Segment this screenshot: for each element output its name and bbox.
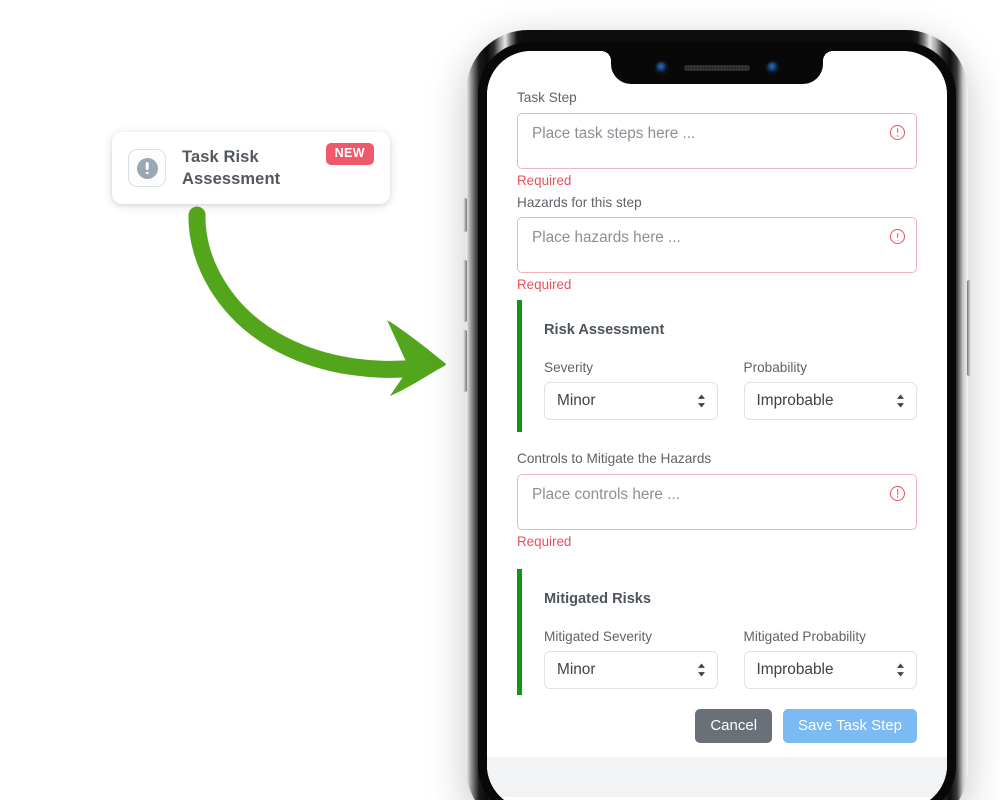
chevron-updown-icon (697, 663, 705, 677)
severity-label: Severity (544, 360, 594, 376)
task-step-label: Task Step (517, 90, 577, 105)
speaker-grille-icon (684, 64, 750, 71)
hazards-input[interactable]: Place hazards here ... (517, 217, 917, 274)
footer-strip (487, 757, 947, 797)
risk-assessment-section: Risk Assessment Severity Minor Probabili… (517, 300, 917, 433)
severity-select[interactable]: Minor (544, 382, 718, 421)
mitigated-severity-group: Mitigated Severity Minor (544, 629, 718, 690)
severity-group: Severity Minor (544, 360, 718, 421)
mitigated-probability-value: Improbable (756, 661, 834, 679)
phone-notch (611, 51, 833, 84)
task-step-placeholder: Place task steps here ... (532, 124, 696, 142)
controls-label: Controls to Mitigate the Hazards (517, 451, 712, 467)
power-button[interactable] (967, 280, 971, 376)
warning-circle-icon (890, 486, 905, 502)
controls-error: Required (517, 534, 572, 550)
silent-switch[interactable] (463, 198, 467, 232)
severity-value: Minor (557, 392, 596, 410)
probability-label: Probability (743, 360, 807, 376)
feature-card[interactable]: Task Risk Assessment NEW (112, 132, 390, 204)
chevron-updown-icon (697, 394, 705, 408)
hazards-error: Required (517, 277, 572, 293)
feature-card-title: Task Risk Assessment (182, 147, 281, 188)
mitigated-risks-section: Mitigated Risks Mitigated Severity Minor (517, 569, 917, 696)
chevron-updown-icon (897, 394, 904, 408)
volume-down-button[interactable] (463, 330, 467, 392)
curved-arrow-icon (188, 206, 446, 396)
warning-circle-icon (890, 124, 905, 140)
form-footer: Cancel Save Task Step (487, 695, 947, 744)
volume-up-button[interactable] (463, 260, 467, 322)
chevron-updown-icon (897, 663, 904, 677)
task-step-input[interactable]: Place task steps here ... (517, 112, 917, 169)
mitigated-risks-title: Mitigated Risks (544, 591, 652, 608)
probability-select[interactable]: Improbable (743, 382, 917, 421)
form-body: Task Step Place task steps here ... Requ… (487, 51, 947, 696)
hazards-label: Hazards for this step (517, 194, 642, 210)
probability-group: Probability Improbable (743, 360, 917, 421)
phone-device: Task Step Place task steps here ... Requ… (463, 30, 971, 800)
task-risk-assessment-form: Task Step Place task steps here ... Requ… (487, 51, 947, 800)
phone-screen: Task Step Place task steps here ... Requ… (487, 51, 947, 800)
screenshot-stage: Task Risk Assessment NEW Task Step Place… (0, 0, 1000, 800)
mitigated-severity-value: Minor (557, 661, 596, 679)
controls-input[interactable]: Place controls here ... (517, 474, 917, 531)
mitigated-severity-label: Mitigated Severity (544, 629, 653, 645)
camera-icon (656, 62, 667, 73)
mitigated-probability-group: Mitigated Probability Improbable (743, 629, 917, 690)
risk-assessment-title: Risk Assessment (544, 322, 665, 339)
mitigated-severity-select[interactable]: Minor (544, 651, 718, 690)
camera-icon (767, 62, 778, 73)
curved-arrow (178, 200, 478, 420)
new-badge: NEW (325, 143, 374, 165)
mitigated-probability-select[interactable]: Improbable (743, 651, 917, 690)
mitigated-probability-label: Mitigated Probability (743, 629, 866, 645)
warning-circle-icon (890, 229, 905, 245)
task-step-error: Required (517, 172, 572, 188)
hazards-placeholder: Place hazards here ... (532, 229, 681, 247)
controls-placeholder: Place controls here ... (532, 486, 680, 504)
alert-circle-icon (128, 149, 166, 187)
cancel-button[interactable]: Cancel (695, 709, 773, 744)
probability-value: Improbable (756, 392, 834, 410)
save-task-step-button[interactable]: Save Task Step (783, 709, 917, 744)
